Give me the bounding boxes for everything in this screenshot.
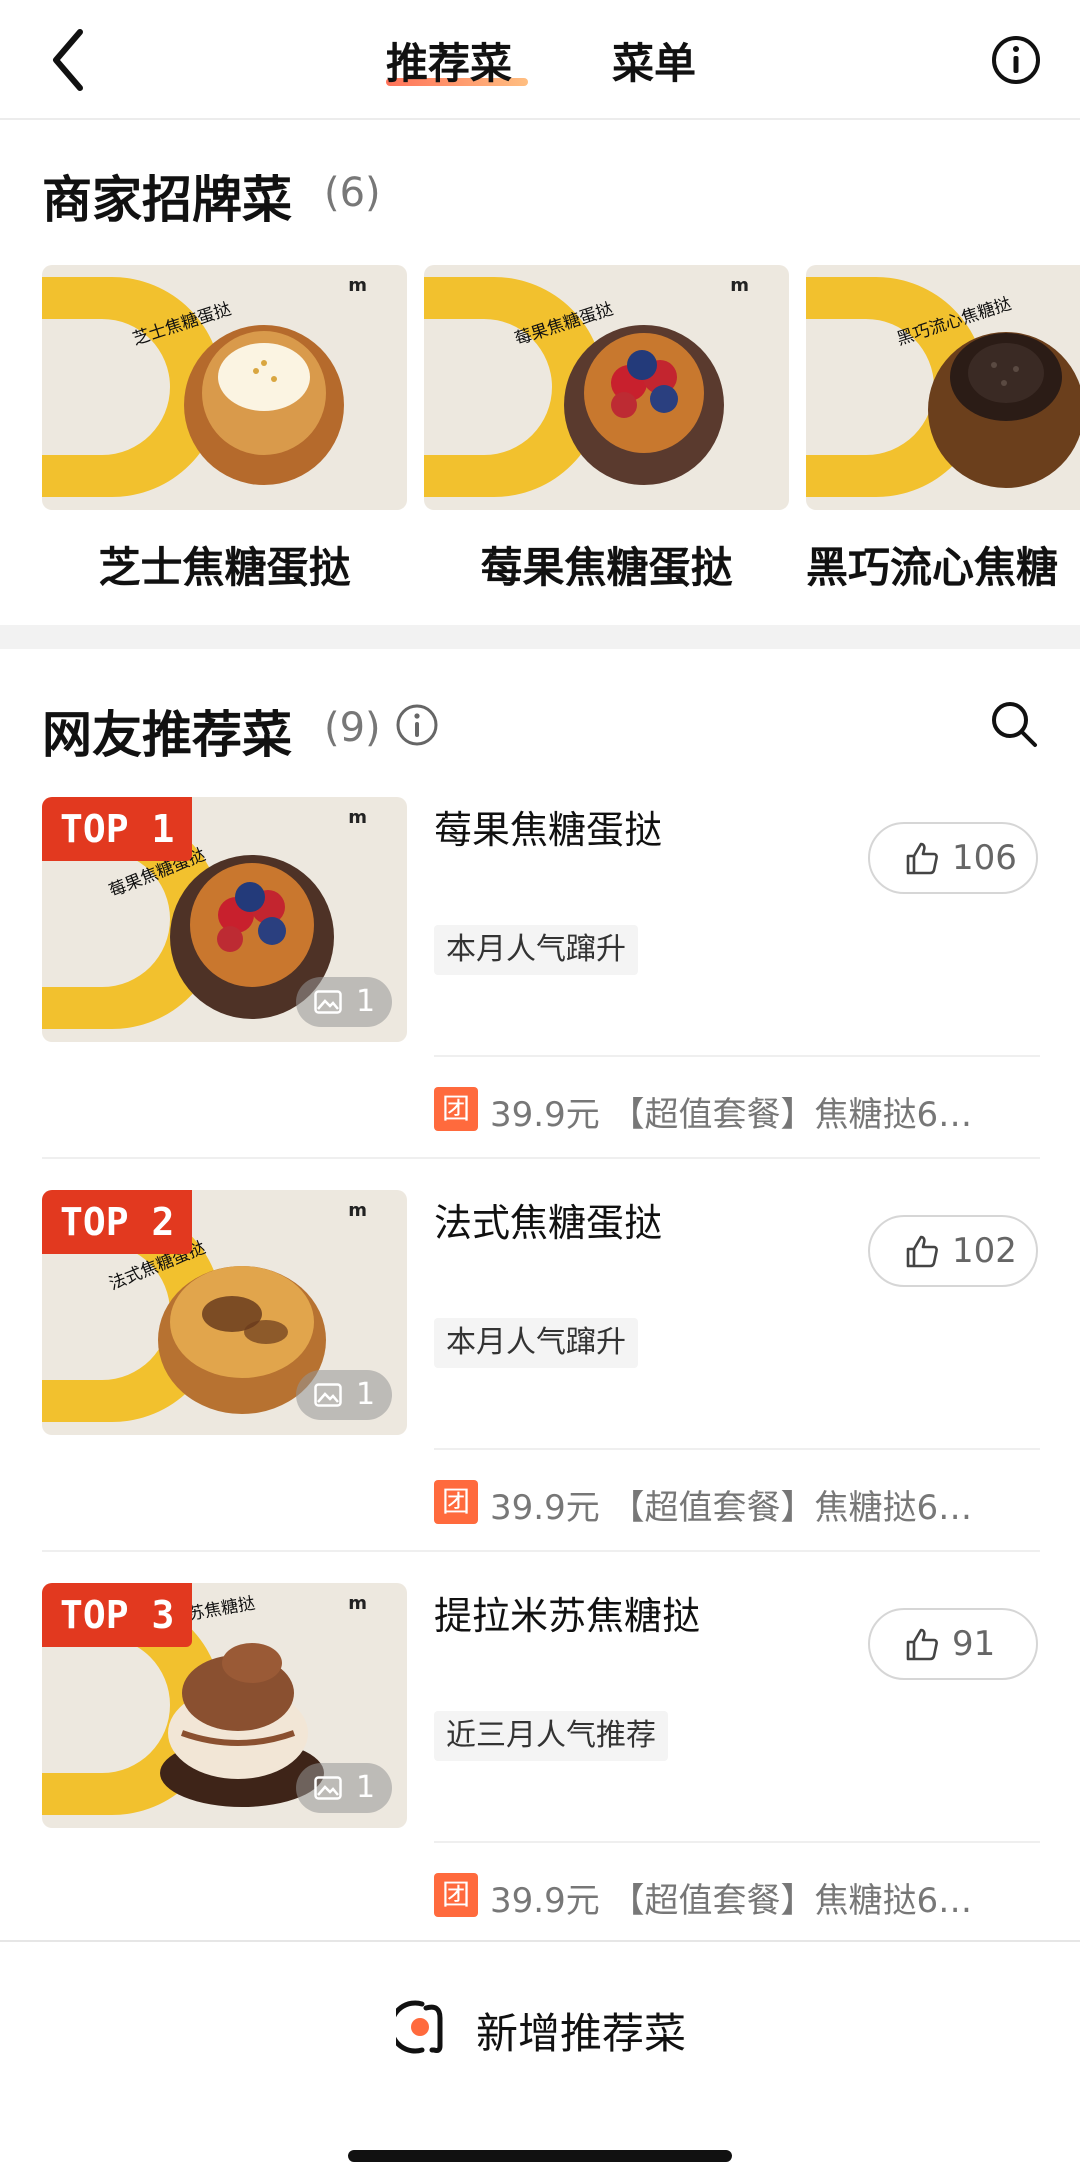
dish-photo[interactable]: m 米苏焦糖挞 TOP 3 1 xyxy=(42,1583,407,1828)
tab-recommended[interactable]: 推荐菜 xyxy=(386,30,512,91)
dish-photo: m 芝士焦糖蛋挞 xyxy=(42,265,407,510)
dish-photo: m 莓果焦糖蛋挞 xyxy=(424,265,789,510)
deal-text: 39.9元 【超值套餐】焦糖挞6… xyxy=(490,1881,973,1921)
like-button[interactable]: 91 xyxy=(868,1608,1038,1680)
dish-photo[interactable]: m 莓果焦糖蛋挞 TOP 1 1 xyxy=(42,797,407,1042)
photo-count: 1 xyxy=(356,1377,376,1412)
recommended-section-title: 网友推荐菜 xyxy=(42,706,292,764)
divider xyxy=(42,1157,1040,1159)
group-deal-link[interactable]: 团 39.9元 【超值套餐】焦糖挞6… xyxy=(434,1478,1040,1528)
svg-text:m: m xyxy=(348,1200,367,1221)
signature-card[interactable]: m 莓果焦糖蛋挞 莓果焦糖蛋挞 xyxy=(424,265,789,595)
bottom-action-bar: 新增推荐菜 xyxy=(0,1940,1080,2175)
signature-section-count: (6) xyxy=(324,170,381,216)
image-icon xyxy=(314,1383,342,1407)
signature-dish-name: 莓果焦糖蛋挞 xyxy=(480,543,733,592)
add-recommended-dish-label: 新增推荐菜 xyxy=(476,2009,687,2058)
section-divider xyxy=(0,625,1080,649)
photo-count-chip[interactable]: 1 xyxy=(296,1763,392,1813)
tab-menu[interactable]: 菜单 xyxy=(612,30,696,91)
signature-section-title: 商家招牌菜 xyxy=(42,171,292,229)
like-button[interactable]: 102 xyxy=(868,1215,1038,1287)
like-count: 106 xyxy=(952,838,1017,878)
image-icon xyxy=(314,990,342,1014)
rank-badge: TOP 2 xyxy=(42,1190,193,1254)
dish-name: 法式焦糖蛋挞 xyxy=(434,1201,663,1245)
signature-dish-name: 黑巧流心焦糖 xyxy=(806,543,1059,592)
svg-text:m: m xyxy=(730,275,749,296)
recommended-dish-row[interactable]: m 米苏焦糖挞 TOP 3 1 提拉米苏焦糖挞 91 近三月人气推荐 团 39.… xyxy=(0,1583,1080,1975)
image-icon xyxy=(314,1776,342,1800)
divider xyxy=(42,1550,1040,1552)
signature-card[interactable]: 黑巧流心焦糖挞 黑巧流心焦糖 xyxy=(806,265,1080,595)
photo-count: 1 xyxy=(356,984,376,1019)
top-nav-bar: 推荐菜 菜单 xyxy=(0,0,1080,120)
thumbs-up-icon xyxy=(906,1235,938,1268)
dish-photo[interactable]: m 法式焦糖蛋挞 TOP 2 1 xyxy=(42,1190,407,1435)
like-button[interactable]: 106 xyxy=(868,822,1038,894)
popularity-tag: 本月人气蹿升 xyxy=(434,1318,638,1368)
photo-count: 1 xyxy=(356,1770,376,1805)
like-count: 102 xyxy=(952,1231,1017,1271)
rank-badge: TOP 3 xyxy=(42,1583,193,1647)
group-deal-icon: 团 xyxy=(434,1087,478,1131)
deal-text: 39.9元 【超值套餐】焦糖挞6… xyxy=(490,1095,973,1135)
recommended-dish-row[interactable]: m 法式焦糖蛋挞 TOP 2 1 法式焦糖蛋挞 102 本月人气蹿升 团 39.… xyxy=(0,1190,1080,1582)
search-icon xyxy=(992,702,1037,747)
signature-dish-name: 芝士焦糖蛋挞 xyxy=(98,543,351,592)
deal-text: 39.9元 【超值套餐】焦糖挞6… xyxy=(490,1488,973,1528)
add-dish-icon xyxy=(396,2000,443,2054)
svg-text:m: m xyxy=(348,1593,367,1614)
group-deal-icon: 团 xyxy=(434,1480,478,1524)
svg-text:m: m xyxy=(348,275,367,296)
search-button[interactable] xyxy=(988,698,1040,750)
signature-carousel[interactable]: m 芝士焦糖蛋挞 芝士焦糖蛋挞 m 莓果焦糖蛋挞 莓果焦糖蛋挞 黑巧流心焦糖挞 … xyxy=(0,265,1080,595)
like-count: 91 xyxy=(952,1624,996,1664)
popularity-tag: 本月人气蹿升 xyxy=(434,925,638,975)
dish-name: 莓果焦糖蛋挞 xyxy=(434,808,663,852)
recommended-dish-row[interactable]: m 莓果焦糖蛋挞 TOP 1 1 莓果焦糖蛋挞 106 本月人气蹿升 团 39.… xyxy=(0,797,1080,1189)
info-icon xyxy=(992,36,1040,84)
rank-badge: TOP 1 xyxy=(42,797,193,861)
thumbs-up-icon xyxy=(906,842,938,875)
group-deal-link[interactable]: 团 39.9元 【超值套餐】焦糖挞6… xyxy=(434,1085,1040,1135)
dish-name: 提拉米苏焦糖挞 xyxy=(434,1594,701,1638)
divider xyxy=(434,1055,1040,1057)
popularity-tag: 近三月人气推荐 xyxy=(434,1711,668,1761)
dish-photo: 黑巧流心焦糖挞 xyxy=(806,265,1080,510)
divider xyxy=(434,1448,1040,1450)
info-button[interactable] xyxy=(990,34,1042,86)
thumbs-up-icon xyxy=(906,1628,938,1661)
signature-card[interactable]: m 芝士焦糖蛋挞 芝士焦糖蛋挞 xyxy=(42,265,407,595)
photo-count-chip[interactable]: 1 xyxy=(296,977,392,1027)
photo-count-chip[interactable]: 1 xyxy=(296,1370,392,1420)
recommended-section-count: (9) xyxy=(324,705,381,751)
info-icon xyxy=(396,704,438,746)
home-indicator[interactable] xyxy=(348,2150,732,2162)
divider xyxy=(434,1841,1040,1843)
group-deal-link[interactable]: 团 39.9元 【超值套餐】焦糖挞6… xyxy=(434,1871,1040,1921)
recommended-info-button[interactable] xyxy=(394,702,440,748)
add-recommended-dish-button[interactable]: 新增推荐菜 xyxy=(396,1992,716,2062)
group-deal-icon: 团 xyxy=(434,1873,478,1917)
svg-text:m: m xyxy=(348,807,367,828)
